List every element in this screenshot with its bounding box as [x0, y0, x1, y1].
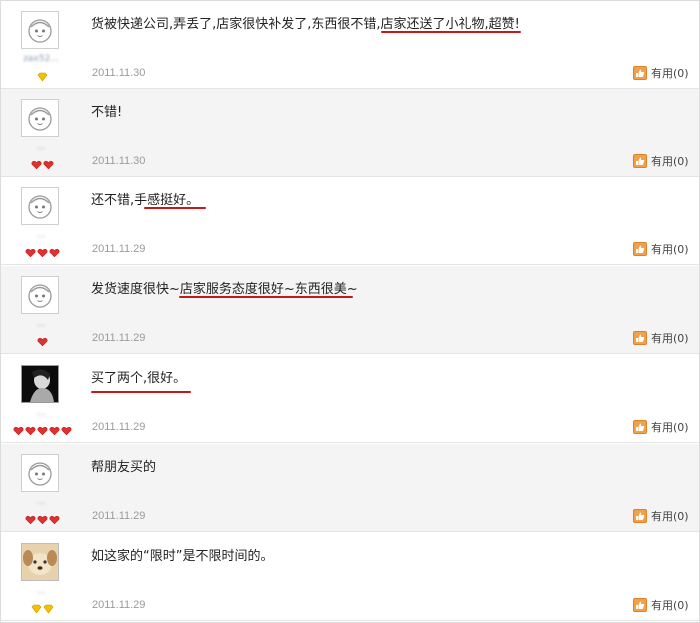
thumbs-up-icon	[633, 509, 647, 523]
highlight-underline	[91, 391, 191, 393]
review-date: 2011.11.29	[92, 599, 146, 611]
review-list: zax52... 货被快递公司,弄丢了,店家很快补发了,东西很不错,店家还送了小…	[0, 0, 700, 623]
useful-count: 有用(0)	[651, 155, 689, 168]
user-avatar[interactable]	[21, 365, 59, 403]
user-avatar[interactable]	[21, 454, 59, 492]
default-avatar-icon	[28, 19, 52, 43]
gold-diamond-icon	[31, 599, 42, 614]
useful-vote-button[interactable]: 有用(0)	[633, 153, 689, 169]
red-heart-icon	[36, 510, 48, 525]
username[interactable]: ...	[13, 318, 69, 330]
useful-vote-button[interactable]: 有用(0)	[633, 597, 689, 613]
red-heart-icon	[24, 243, 36, 258]
red-heart-icon	[24, 421, 36, 436]
review-row: ... 买了两个,很好。 2011.11.29 有用(0)	[1, 355, 699, 443]
useful-vote-button[interactable]: 有用(0)	[633, 330, 689, 346]
username[interactable]: ...	[13, 407, 69, 419]
review-date: 2011.11.29	[92, 510, 146, 522]
useful-count: 有用(0)	[651, 599, 689, 612]
useful-vote-button[interactable]: 有用(0)	[633, 508, 689, 524]
username[interactable]: zax52...	[13, 53, 69, 65]
gold-diamond-icon	[43, 599, 54, 614]
red-heart-icon	[48, 510, 60, 525]
useful-count: 有用(0)	[651, 332, 689, 345]
thumbs-up-icon	[633, 598, 647, 612]
review-comment: 如这家的“限时”是不限时间的。	[91, 549, 274, 564]
review-comment: 不错!	[91, 105, 123, 120]
username[interactable]: ...	[13, 585, 69, 597]
buyer-credit-badges	[11, 332, 73, 347]
buyer-credit-badges	[11, 599, 73, 614]
buyer-credit-badges	[11, 67, 73, 82]
highlight-underline	[179, 296, 353, 298]
red-heart-icon	[48, 421, 60, 436]
user-avatar[interactable]	[21, 276, 59, 314]
buyer-credit-badges	[11, 155, 73, 170]
review-comment: 还不错,手感挺好。	[91, 193, 200, 208]
red-heart-icon	[42, 155, 54, 170]
buyer-credit-badges	[11, 510, 73, 525]
review-comment: 货被快递公司,弄丢了,店家很快补发了,东西很不错,店家还送了小礼物,超赞!	[91, 17, 520, 32]
default-avatar-icon	[28, 284, 52, 308]
username[interactable]: ...	[13, 496, 69, 508]
review-row: ... 发货速度很快~店家服务态度很好~东西很美~ 2011.11.29 有用(…	[1, 266, 699, 354]
red-heart-icon	[48, 243, 60, 258]
thumbs-up-icon	[633, 331, 647, 345]
user-avatar[interactable]	[21, 99, 59, 137]
gold-diamond-icon	[37, 67, 48, 82]
red-heart-icon	[36, 332, 48, 347]
review-comment: 发货速度很快~店家服务态度很好~东西很美~	[91, 282, 358, 297]
username[interactable]: ...	[13, 141, 69, 153]
thumbs-up-icon	[633, 242, 647, 256]
red-heart-icon	[60, 421, 72, 436]
buyer-credit-badges	[11, 421, 73, 436]
review-date: 2011.11.29	[92, 332, 146, 344]
review-row: zax52... 货被快递公司,弄丢了,店家很快补发了,东西很不错,店家还送了小…	[1, 1, 699, 89]
thumbs-up-icon	[633, 66, 647, 80]
useful-vote-button[interactable]: 有用(0)	[633, 241, 689, 257]
buyer-credit-badges	[11, 243, 73, 258]
thumbs-up-icon	[633, 154, 647, 168]
user-avatar[interactable]	[21, 187, 59, 225]
highlight-underline	[381, 31, 521, 33]
username[interactable]: ...	[13, 229, 69, 241]
review-date: 2011.11.29	[92, 421, 146, 433]
user-avatar[interactable]	[21, 11, 59, 49]
thumbs-up-icon	[633, 420, 647, 434]
red-heart-icon	[36, 421, 48, 436]
red-heart-icon	[24, 510, 36, 525]
default-avatar-icon	[28, 107, 52, 131]
review-row: ... 帮朋友买的 2011.11.29 有用(0)	[1, 444, 699, 532]
useful-count: 有用(0)	[651, 421, 689, 434]
useful-vote-button[interactable]: 有用(0)	[633, 419, 689, 435]
review-date: 2011.11.30	[92, 155, 146, 167]
red-heart-icon	[30, 155, 42, 170]
user-avatar[interactable]	[21, 543, 59, 581]
review-date: 2011.11.29	[92, 243, 146, 255]
default-avatar-icon	[28, 462, 52, 486]
useful-vote-button[interactable]: 有用(0)	[633, 65, 689, 81]
highlight-underline	[144, 207, 206, 209]
puppy-avatar-icon	[22, 544, 58, 580]
review-row: ... 如这家的“限时”是不限时间的。 2011.11.29 有用(0)	[1, 533, 699, 621]
review-date: 2011.11.30	[92, 67, 146, 79]
useful-count: 有用(0)	[651, 510, 689, 523]
review-row: ... 还不错,手感挺好。 2011.11.29 有用(0)	[1, 177, 699, 265]
review-comment: 买了两个,很好。	[91, 371, 187, 386]
photo-avatar-icon	[22, 366, 58, 402]
useful-count: 有用(0)	[651, 243, 689, 256]
review-comment: 帮朋友买的	[91, 460, 157, 475]
red-heart-icon	[12, 421, 24, 436]
red-heart-icon	[36, 243, 48, 258]
useful-count: 有用(0)	[651, 67, 689, 80]
review-row: ... 不错! 2011.11.30 有用(0)	[1, 89, 699, 177]
default-avatar-icon	[28, 195, 52, 219]
